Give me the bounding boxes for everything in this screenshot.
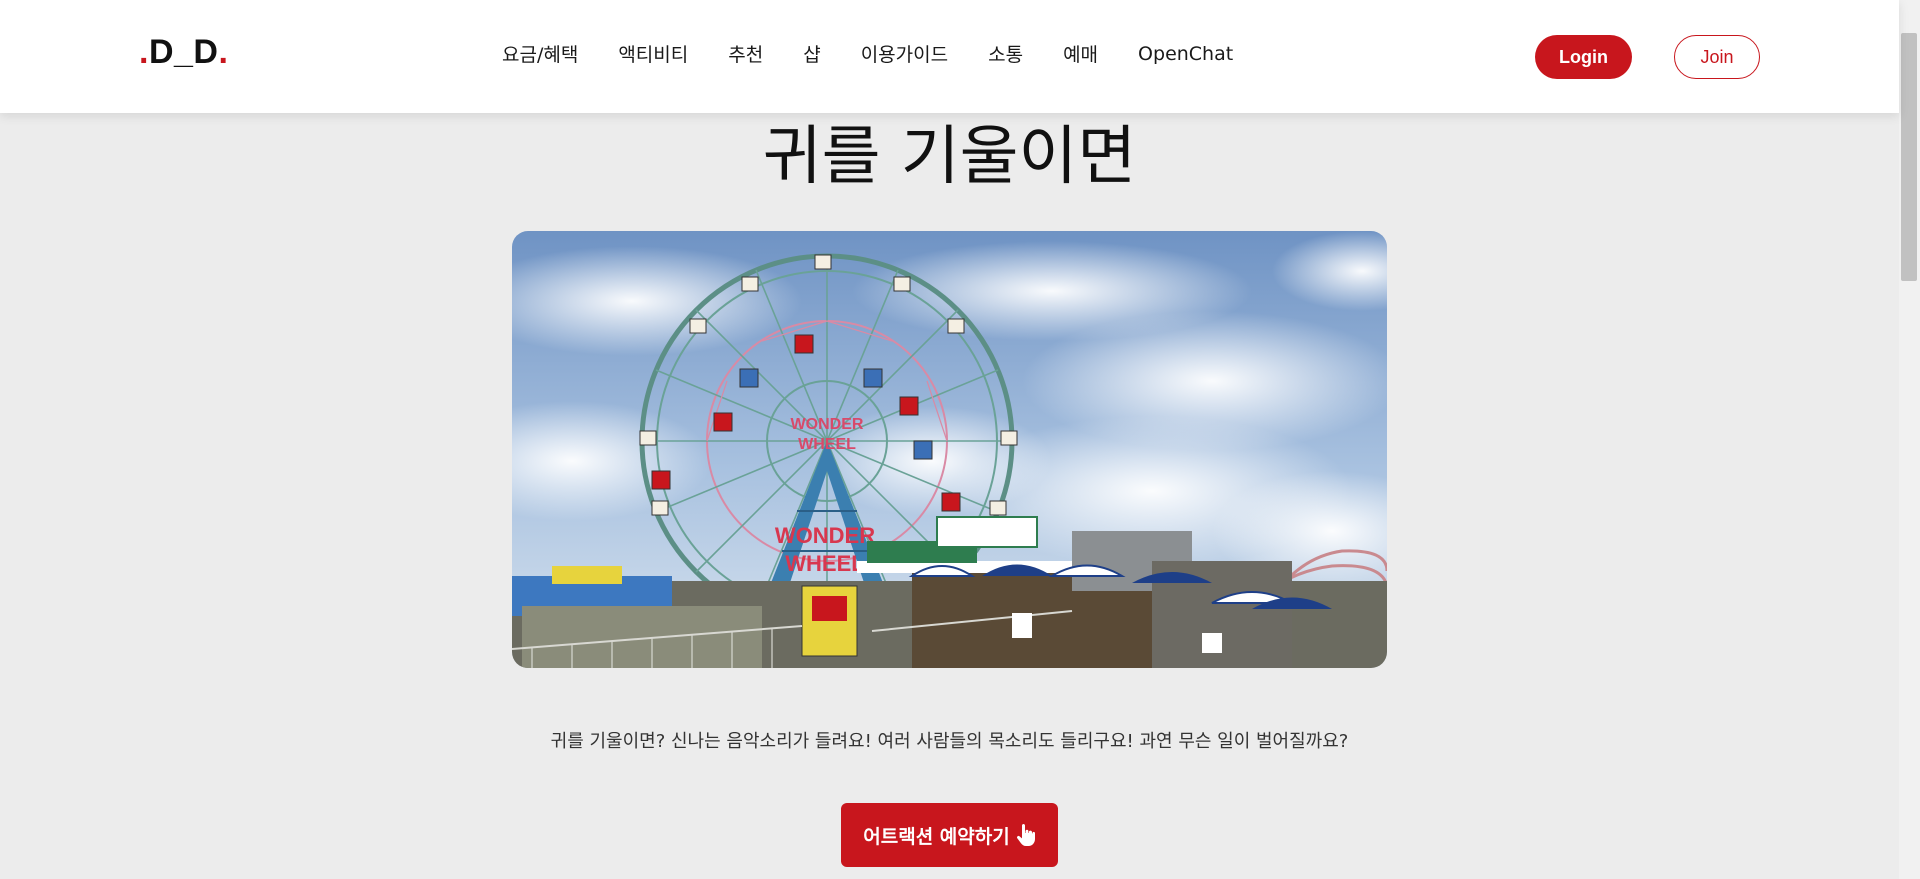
nav-item-activity[interactable]: 액티비티 xyxy=(618,40,688,67)
page-description: 귀를 기울이면? 신나는 음악소리가 들려요! 여러 사람들의 목소리도 들리구… xyxy=(550,731,1349,752)
logo-dot-right: . xyxy=(218,33,229,71)
wheel-sign-top-2: WHEEL xyxy=(798,436,856,453)
nav-item-booking[interactable]: 예매 xyxy=(1063,40,1098,67)
login-button[interactable]: Login xyxy=(1535,35,1632,79)
page: .D_D. 요금/혜택 액티비티 추천 샵 이용가이드 소통 예매 OpenCh… xyxy=(0,0,1920,879)
wheel-sign-bottom-2: WHEEL xyxy=(785,551,864,576)
hero-image: WONDER WHEEL WONDER WHEEL xyxy=(512,231,1387,668)
site-logo[interactable]: .D_D. xyxy=(139,33,228,72)
logo-dot-left: . xyxy=(139,33,149,71)
nav-item-recommend[interactable]: 추천 xyxy=(728,40,763,67)
main-nav: 요금/혜택 액티비티 추천 샵 이용가이드 소통 예매 OpenChat xyxy=(502,40,1233,67)
nav-item-pricing[interactable]: 요금/혜택 xyxy=(502,40,578,67)
pointing-hand-icon xyxy=(1016,824,1036,846)
join-button[interactable]: Join xyxy=(1674,35,1760,79)
nav-item-shop[interactable]: 샵 xyxy=(803,40,820,67)
site-header: .D_D. 요금/혜택 액티비티 추천 샵 이용가이드 소통 예매 OpenCh… xyxy=(0,0,1899,113)
nav-item-community[interactable]: 소통 xyxy=(988,40,1023,67)
wheel-sign-bottom: WONDER xyxy=(775,523,875,548)
logo-text: D_D xyxy=(148,33,219,71)
book-attraction-label: 어트랙션 예약하기 xyxy=(863,825,1010,848)
nav-item-guide[interactable]: 이용가이드 xyxy=(861,40,948,67)
wheel-sign-top: WONDER xyxy=(791,416,864,433)
scrollbar-thumb[interactable] xyxy=(1901,33,1917,281)
nav-item-openchat[interactable]: OpenChat xyxy=(1138,43,1233,65)
book-attraction-button[interactable]: 어트랙션 예약하기 xyxy=(841,803,1058,867)
page-title: 귀를 기울이면 xyxy=(762,120,1137,194)
